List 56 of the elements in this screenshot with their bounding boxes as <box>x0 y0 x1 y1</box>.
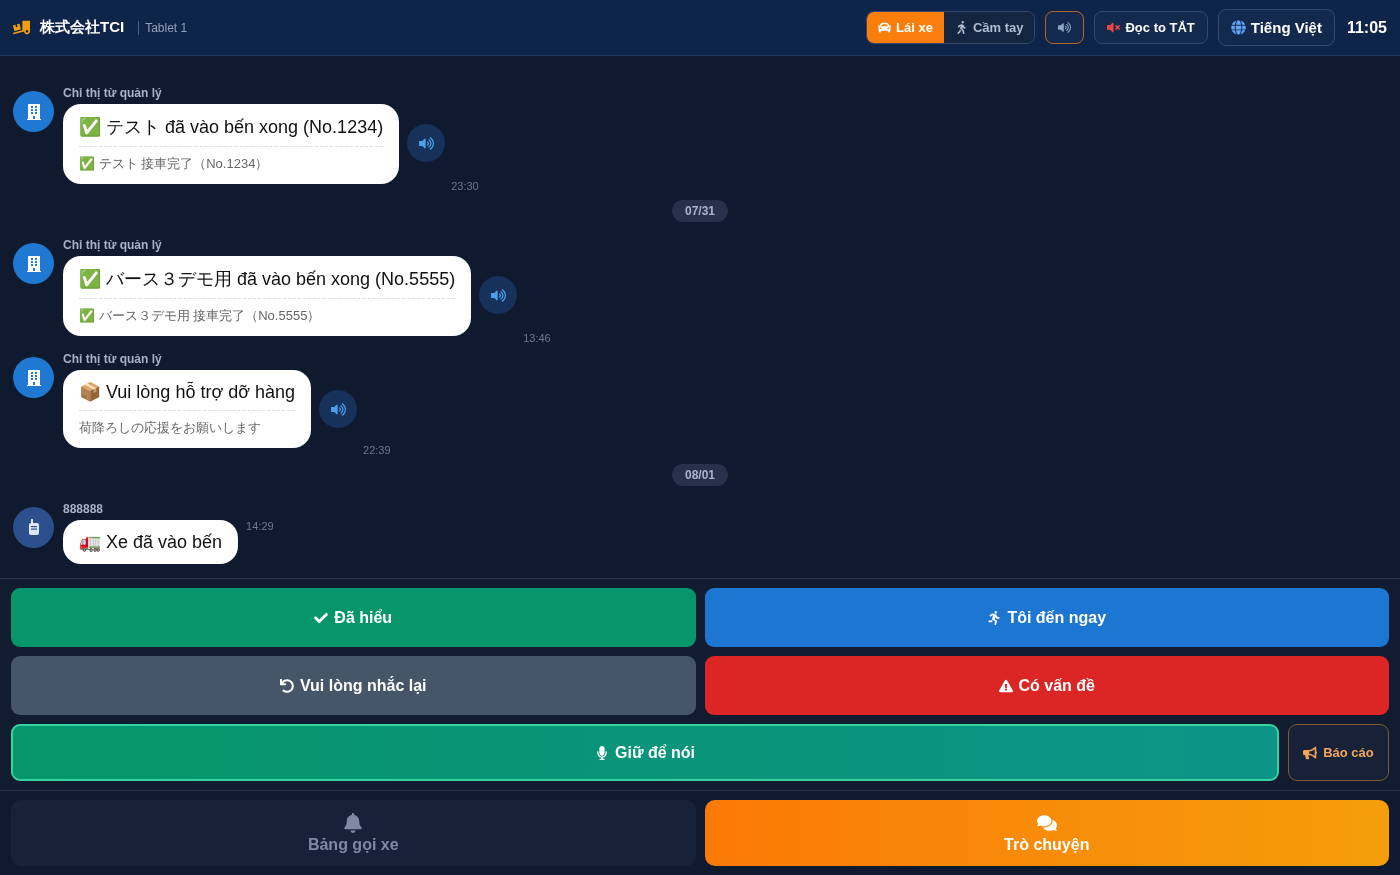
date-separator: 07/31 <box>672 200 728 222</box>
nav-tab[interactable]: Bảng gọi xe <box>11 800 696 866</box>
clock: 11:05 <box>1346 18 1387 37</box>
running-person-icon <box>987 610 1002 625</box>
speaker-icon <box>418 135 434 151</box>
nav-tab[interactable]: Trò chuyện <box>704 800 1389 866</box>
mute-icon <box>1107 21 1121 34</box>
message-translation: ✅ バース３デモ用 接車完了（No.5555） <box>79 298 456 325</box>
read-aloud-button[interactable]: Đọc to TẮT <box>1094 11 1208 44</box>
bell-icon <box>343 812 364 833</box>
speaker-icon <box>490 287 506 303</box>
check-icon <box>314 610 329 625</box>
message-time: 14:29 <box>246 520 274 532</box>
speaker-button[interactable] <box>407 124 446 162</box>
mode-tab[interactable]: Lái xe <box>867 12 944 43</box>
sender-name: 888888 <box>63 502 105 516</box>
sound-button[interactable] <box>1045 11 1085 44</box>
report-button[interactable]: Báo cáo <box>1288 724 1389 781</box>
mode-tab[interactable]: Cầm tay <box>943 12 1035 43</box>
chat-bubbles-icon <box>1036 812 1057 833</box>
message-time: 13:46 <box>523 332 551 344</box>
message-translation: ✅ テスト 接車完了（No.1234） <box>79 146 384 173</box>
sender-name: Chỉ thị từ quản lý <box>63 238 163 252</box>
push-to-talk-button[interactable]: Giữ để nói <box>11 724 1279 781</box>
undo-icon <box>280 678 294 693</box>
speaker-button[interactable] <box>479 276 518 314</box>
company-name: 株式会社TCI <box>40 18 125 37</box>
speaker-icon <box>330 401 346 417</box>
car-icon <box>878 21 892 34</box>
building-icon <box>25 255 42 272</box>
speaker-icon <box>1058 21 1072 34</box>
message-text: ✅ テスト đã vào bến xong (No.1234) <box>79 116 384 139</box>
microphone-icon <box>595 745 609 760</box>
message-time: 23:30 <box>451 180 479 192</box>
warning-icon <box>998 678 1013 693</box>
walkie-talkie-icon <box>27 519 40 536</box>
forklift-icon <box>13 19 30 36</box>
quick-reply-button[interactable]: Tôi đến ngay <box>704 588 1389 647</box>
message-translation: 荷降ろしの応援をお願いします <box>79 410 296 437</box>
quick-reply-button[interactable]: Có vấn đề <box>704 656 1389 715</box>
quick-reply-button[interactable]: Đã hiểu <box>11 588 696 647</box>
megaphone-icon <box>1303 745 1318 760</box>
message-text: 📦 Vui lòng hỗ trợ dỡ hàng <box>79 381 296 403</box>
device-name: Tablet 1 <box>138 20 188 35</box>
message-text: ✅ バース３デモ用 đã vào bến xong (No.5555) <box>79 268 456 291</box>
globe-icon <box>1230 20 1246 35</box>
language-button[interactable]: Tiếng Việt <box>1217 9 1335 46</box>
building-icon <box>25 369 42 386</box>
speaker-button[interactable] <box>319 390 358 428</box>
message-time: 22:39 <box>363 444 391 456</box>
quick-reply-button[interactable]: Vui lòng nhắc lại <box>11 656 696 715</box>
building-icon <box>25 103 42 120</box>
message-text: 🚛 Xe đã vào bến <box>79 531 223 553</box>
sender-name: Chỉ thị từ quản lý <box>63 86 163 100</box>
sender-name: Chỉ thị từ quản lý <box>63 352 163 366</box>
date-separator: 08/01 <box>672 464 728 486</box>
